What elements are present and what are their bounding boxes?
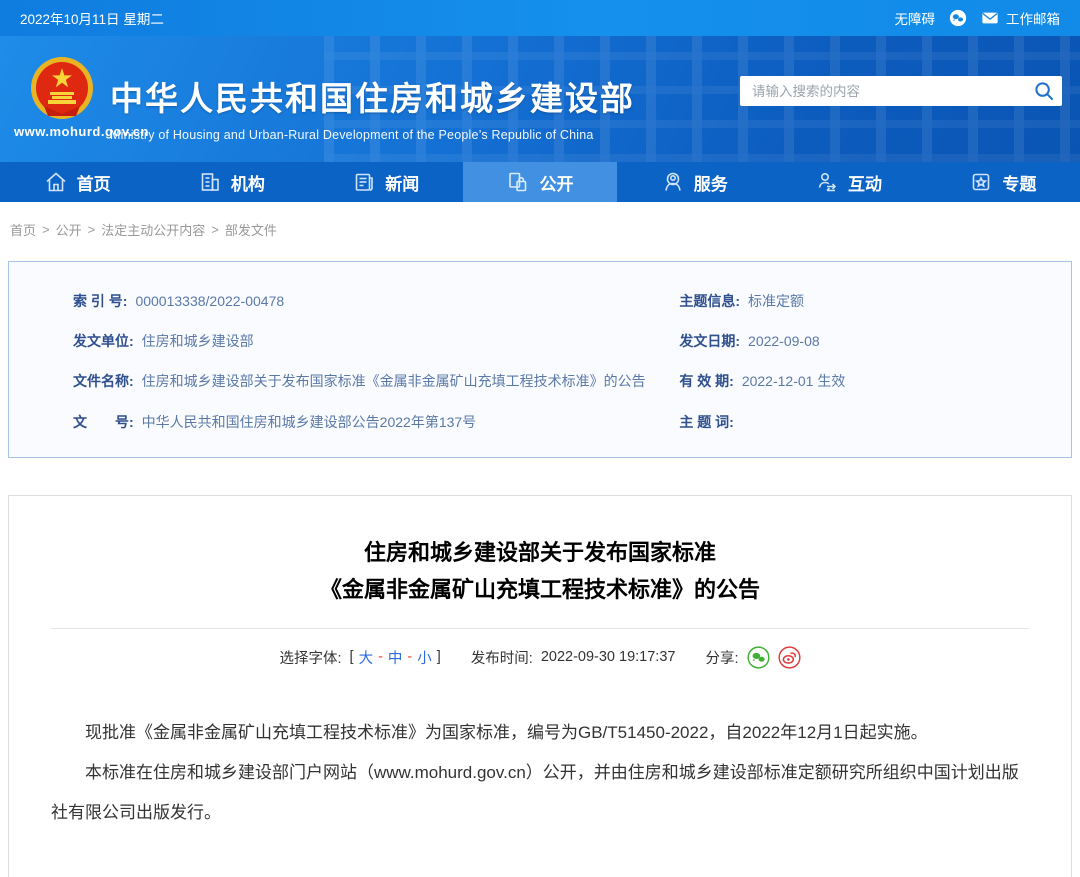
font-size-medium-link[interactable]: 中 xyxy=(388,647,403,668)
article-panel: 住房和城乡建设部关于发布国家标准 《金属非金属矿山充填工程技术标准》的公告 选择… xyxy=(8,494,1072,877)
publish-time-value: 2022-09-30 19:17:37 xyxy=(540,649,676,666)
doc-info-value: 2022-12-01 生效 xyxy=(741,373,846,390)
share-group: 分享: xyxy=(705,646,801,669)
org-icon xyxy=(198,170,222,194)
doc-info-value: 住房和城乡建设部 xyxy=(141,333,254,350)
nav-item-home[interactable]: 首页 xyxy=(0,162,154,202)
search-input[interactable] xyxy=(752,83,1034,99)
doc-info-value: 标准定额 xyxy=(748,293,805,309)
home-icon xyxy=(44,170,68,194)
font-dash: - xyxy=(378,649,383,666)
article-title: 住房和城乡建设部关于发布国家标准 《金属非金属矿山充填工程技术标准》的公告 xyxy=(39,534,1041,608)
font-size-large-link[interactable]: 大 xyxy=(359,647,374,668)
news-icon xyxy=(352,170,376,194)
service-icon xyxy=(661,170,685,194)
site-header: www.mohurd.gov.cn 中华人民共和国住房和城乡建设部 Minist… xyxy=(0,36,1080,162)
topics-icon xyxy=(969,170,993,194)
publish-time-group: 发布时间: 2022-09-30 19:17:37 xyxy=(471,647,676,668)
breadcrumb: 首页 > 公开 > 法定主动公开内容 > 部发文件 xyxy=(0,202,1080,255)
share-wechat-icon[interactable] xyxy=(746,646,770,669)
nav-label: 互动 xyxy=(848,174,883,194)
doc-info-label: 发文单位: xyxy=(73,333,134,350)
doc-info-row-number: 文 号: 中华人民共和国住房和城乡建设部公告2022年第137号 xyxy=(73,413,679,431)
doc-info-box: 索 引 号: 000013338/2022-00478 发文单位: 住房和城乡建… xyxy=(8,261,1072,458)
mail-icon xyxy=(981,9,999,27)
nav-item-service[interactable]: 服务 xyxy=(617,162,771,202)
interact-icon xyxy=(815,170,839,194)
doc-info-label: 有 效 期: xyxy=(679,373,734,390)
accessibility-link[interactable]: 无障碍 xyxy=(895,8,936,28)
breadcrumb-home[interactable]: 首页 xyxy=(10,220,36,239)
topbar-date: 2022年10月11日 星期二 xyxy=(20,12,164,27)
article-paragraph: 本标准在住房和城乡建设部门户网站（www.mohurd.gov.cn）公开，并由… xyxy=(51,762,1019,822)
article-title-line2: 《金属非金属矿山充填工程技术标准》的公告 xyxy=(319,576,760,602)
site-title: 中华人民共和国住房和城乡建设部 xyxy=(110,80,635,117)
doc-info-row-title: 文件名称: 住房和城乡建设部关于发布国家标准《金属非金属矿山充填工程技术标准》的… xyxy=(73,372,679,390)
doc-info-row-issuer: 发文单位: 住房和城乡建设部 xyxy=(73,332,679,350)
search-icon[interactable] xyxy=(1034,81,1054,101)
doc-info-value: 2022-09-08 xyxy=(748,333,820,350)
site-subtitle: Ministry of Housing and Urban-Rural Deve… xyxy=(110,128,594,142)
wechat-icon[interactable] xyxy=(949,9,967,27)
font-selector-label: 选择字体: xyxy=(279,650,342,667)
doc-info-left-column: 索 引 号: 000013338/2022-00478 发文单位: 住房和城乡建… xyxy=(73,292,679,431)
national-emblem-icon xyxy=(30,56,94,120)
page: 2022年10月11日 星期二 无障碍 工作邮箱 www.mohurd.gov.… xyxy=(0,0,1080,877)
doc-info-value: 住房和城乡建设部关于发布国家标准《金属非金属矿山充填工程技术标准》的公告 xyxy=(141,373,646,390)
mailbox-link[interactable]: 工作邮箱 xyxy=(981,8,1060,28)
nav-item-interact[interactable]: 互动 xyxy=(771,162,925,202)
doc-info-row-date: 发文日期: 2022-09-08 xyxy=(679,332,1051,350)
breadcrumb-current: 部发文件 xyxy=(224,223,277,238)
doc-info-value: 中华人民共和国住房和城乡建设部公告2022年第137号 xyxy=(141,413,477,430)
article-divider xyxy=(51,627,1029,629)
breadcrumb-separator: > xyxy=(87,222,96,237)
nav-label: 服务 xyxy=(693,174,728,194)
bracket-close: ] xyxy=(436,649,441,666)
breadcrumb-separator: > xyxy=(211,222,219,237)
nav-item-news[interactable]: 新闻 xyxy=(309,162,463,202)
article-paragraph: 现批准《金属非金属矿山充填工程技术标准》为国家标准，编号为GB/T51450-2… xyxy=(85,722,928,742)
doc-info-label: 文 号: xyxy=(73,413,134,430)
doc-info-row-effective: 有 效 期: 2022-12-01 生效 xyxy=(679,372,1051,390)
doc-info-row-topic: 主题信息: 标准定额 xyxy=(679,292,1051,310)
font-size-selector: [ 大 - 中 - 小 ] xyxy=(350,647,441,668)
nav-label: 专题 xyxy=(1002,174,1037,194)
nav-label: 公开 xyxy=(539,174,574,194)
doc-info-label: 文件名称: xyxy=(73,373,134,390)
main-nav: 首页 机构 新闻 公开 服务 互动 专题 xyxy=(0,162,1080,202)
doc-info-value: 000013338/2022-00478 xyxy=(135,293,285,309)
breadcrumb-statutory[interactable]: 法定主动公开内容 xyxy=(101,220,205,239)
doc-info-label: 发文日期: xyxy=(679,333,741,350)
font-dash: - xyxy=(407,649,413,666)
bracket-open: [ xyxy=(349,649,354,666)
share-weibo-icon[interactable] xyxy=(777,646,801,669)
article-meta-row: 选择字体: [ 大 - 中 - 小 ] 发布时间: 2022-09-30 19:… xyxy=(39,646,1041,669)
nav-item-topics[interactable]: 专题 xyxy=(926,162,1080,202)
nav-item-disclosure[interactable]: 公开 xyxy=(462,162,618,202)
nav-label: 新闻 xyxy=(385,174,420,194)
nav-label: 机构 xyxy=(230,174,265,194)
breadcrumb-separator: > xyxy=(42,222,50,237)
topbar: 2022年10月11日 星期二 无障碍 工作邮箱 xyxy=(0,0,1080,36)
doc-info-right-column: 主题信息: 标准定额 发文日期: 2022-09-08 有 效 期: 2022-… xyxy=(679,292,1051,431)
doc-info-row-keywords: 主 题 词: xyxy=(679,413,1051,431)
font-size-small-link[interactable]: 小 xyxy=(417,647,432,668)
site-titles: 中华人民共和国住房和城乡建设部 Ministry of Housing and … xyxy=(110,72,635,142)
doc-info-label: 主 题 词: xyxy=(679,413,734,430)
doc-info-label: 索 引 号: xyxy=(73,293,128,309)
doc-info-row-index: 索 引 号: 000013338/2022-00478 xyxy=(73,292,679,310)
publish-time-label: 发布时间: xyxy=(470,650,533,667)
share-label: 分享: xyxy=(705,650,739,667)
disclosure-icon xyxy=(506,170,530,194)
nav-item-org[interactable]: 机构 xyxy=(154,162,308,202)
article-title-line1: 住房和城乡建设部关于发布国家标准 xyxy=(363,539,716,565)
search-box xyxy=(740,76,1062,106)
breadcrumb-disclosure[interactable]: 公开 xyxy=(56,220,82,239)
mailbox-label: 工作邮箱 xyxy=(1006,12,1060,27)
topbar-right: 无障碍 工作邮箱 xyxy=(895,8,1060,28)
doc-info-label: 主题信息: xyxy=(679,293,741,309)
article-body: 现批准《金属非金属矿山充填工程技术标准》为国家标准，编号为GB/T51450-2… xyxy=(39,713,1041,833)
nav-label: 首页 xyxy=(76,174,111,194)
